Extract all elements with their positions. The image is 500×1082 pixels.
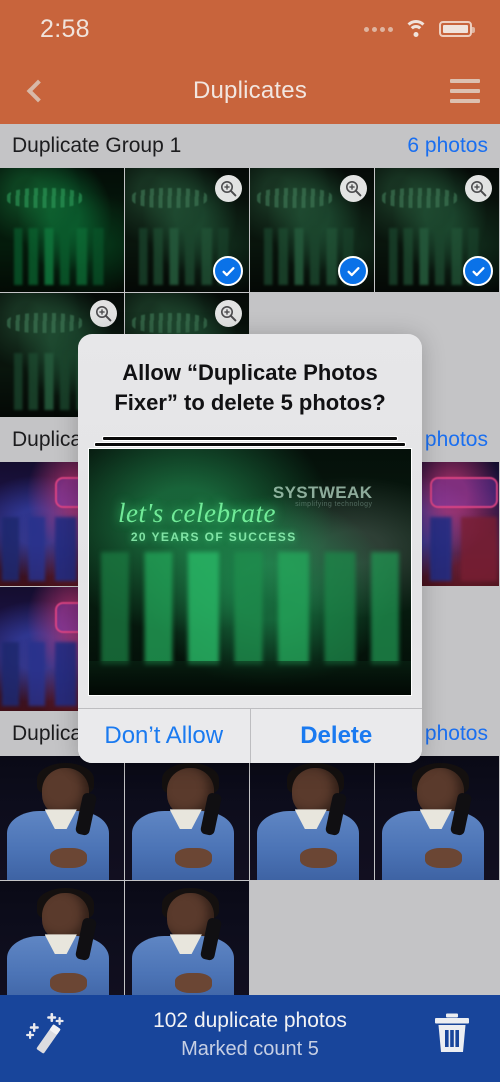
photo-thumbnail[interactable] bbox=[125, 168, 249, 292]
zoom-icon[interactable] bbox=[340, 175, 367, 202]
battery-icon bbox=[439, 21, 475, 37]
photo-thumbnail[interactable] bbox=[0, 881, 124, 995]
delete-button[interactable]: Delete bbox=[251, 709, 423, 763]
group-photo-count[interactable]: 6 photos bbox=[407, 134, 488, 158]
preview-years-text: 20 YEARS OF SUCCESS bbox=[130, 530, 297, 545]
photo-thumbnail[interactable] bbox=[250, 756, 374, 880]
photo-image bbox=[0, 756, 124, 880]
photo-image bbox=[0, 168, 124, 292]
thumbnail-row bbox=[0, 756, 500, 881]
zoom-icon[interactable] bbox=[90, 300, 117, 327]
back-button[interactable] bbox=[0, 58, 70, 124]
photo-thumbnail[interactable] bbox=[125, 881, 249, 995]
selected-checkmark-icon[interactable] bbox=[338, 256, 368, 286]
photo-thumbnail[interactable] bbox=[0, 168, 124, 292]
photo-thumbnail[interactable] bbox=[375, 168, 499, 292]
alert-button-row: Don’t Allow Delete bbox=[78, 708, 422, 763]
auto-mark-button[interactable] bbox=[0, 1003, 96, 1065]
photo-stack-layer bbox=[102, 436, 398, 441]
photo-image bbox=[375, 756, 499, 880]
photo-thumbnail[interactable] bbox=[250, 168, 374, 292]
photo-image bbox=[125, 756, 249, 880]
page-title: Duplicates bbox=[192, 77, 308, 104]
group-header: Duplicate Group 1 6 photos bbox=[0, 124, 500, 168]
photo-stack-layer bbox=[94, 442, 406, 447]
signal-dots-icon bbox=[364, 26, 393, 32]
dont-allow-button[interactable]: Don’t Allow bbox=[78, 709, 250, 763]
thumbnail-row bbox=[0, 168, 500, 293]
status-indicators bbox=[364, 20, 475, 38]
photo-image bbox=[0, 881, 124, 995]
permission-alert-dialog: Allow “Duplicate Photos Fixer” to delete… bbox=[78, 334, 422, 763]
menu-button[interactable] bbox=[430, 58, 500, 124]
photo-thumbnail[interactable] bbox=[0, 756, 124, 880]
preview-people bbox=[95, 552, 405, 666]
alert-title: Allow “Duplicate Photos Fixer” to delete… bbox=[114, 360, 386, 415]
bottom-toolbar: 102 duplicate photos Marked count 5 bbox=[0, 995, 500, 1082]
hamburger-menu-icon bbox=[450, 79, 480, 83]
navigation-bar: Duplicates bbox=[0, 58, 500, 124]
photo-thumbnail[interactable] bbox=[125, 756, 249, 880]
status-bar: 2:58 bbox=[0, 0, 500, 58]
delete-selected-button[interactable] bbox=[404, 1003, 500, 1065]
photo-image bbox=[250, 756, 374, 880]
selected-checkmark-icon[interactable] bbox=[463, 256, 493, 286]
photo-image bbox=[125, 881, 249, 995]
preview-floor bbox=[89, 660, 411, 695]
duplicate-count-label: 102 duplicate photos bbox=[153, 1009, 347, 1032]
zoom-icon[interactable] bbox=[215, 300, 242, 327]
bottom-status: 102 duplicate photos Marked count 5 bbox=[96, 1003, 404, 1063]
preview-celebrate-text: let's celebrate bbox=[117, 498, 276, 529]
app-root: 2:58 Duplicates Duplicate Group 1 6 phot… bbox=[0, 0, 500, 1082]
preview-image: let's celebrate 20 YEARS OF SUCCESS SYST… bbox=[88, 448, 412, 696]
chevron-left-icon bbox=[26, 79, 50, 103]
marked-count-label: Marked count 5 bbox=[181, 1038, 319, 1060]
alert-photo-preview: let's celebrate 20 YEARS OF SUCCESS SYST… bbox=[78, 436, 422, 708]
status-time: 2:58 bbox=[40, 14, 90, 43]
thumbnail-row bbox=[0, 881, 500, 995]
group-title: Duplicate Group 1 bbox=[12, 134, 182, 157]
zoom-icon[interactable] bbox=[215, 175, 242, 202]
zoom-icon[interactable] bbox=[465, 175, 492, 202]
selected-checkmark-icon[interactable] bbox=[213, 256, 243, 286]
trash-icon bbox=[435, 1013, 469, 1052]
photo-thumbnail[interactable] bbox=[375, 756, 499, 880]
preview-logo-subtitle: simplifying technology bbox=[295, 500, 373, 508]
magic-wand-icon bbox=[26, 1013, 64, 1054]
wifi-icon bbox=[404, 20, 428, 38]
